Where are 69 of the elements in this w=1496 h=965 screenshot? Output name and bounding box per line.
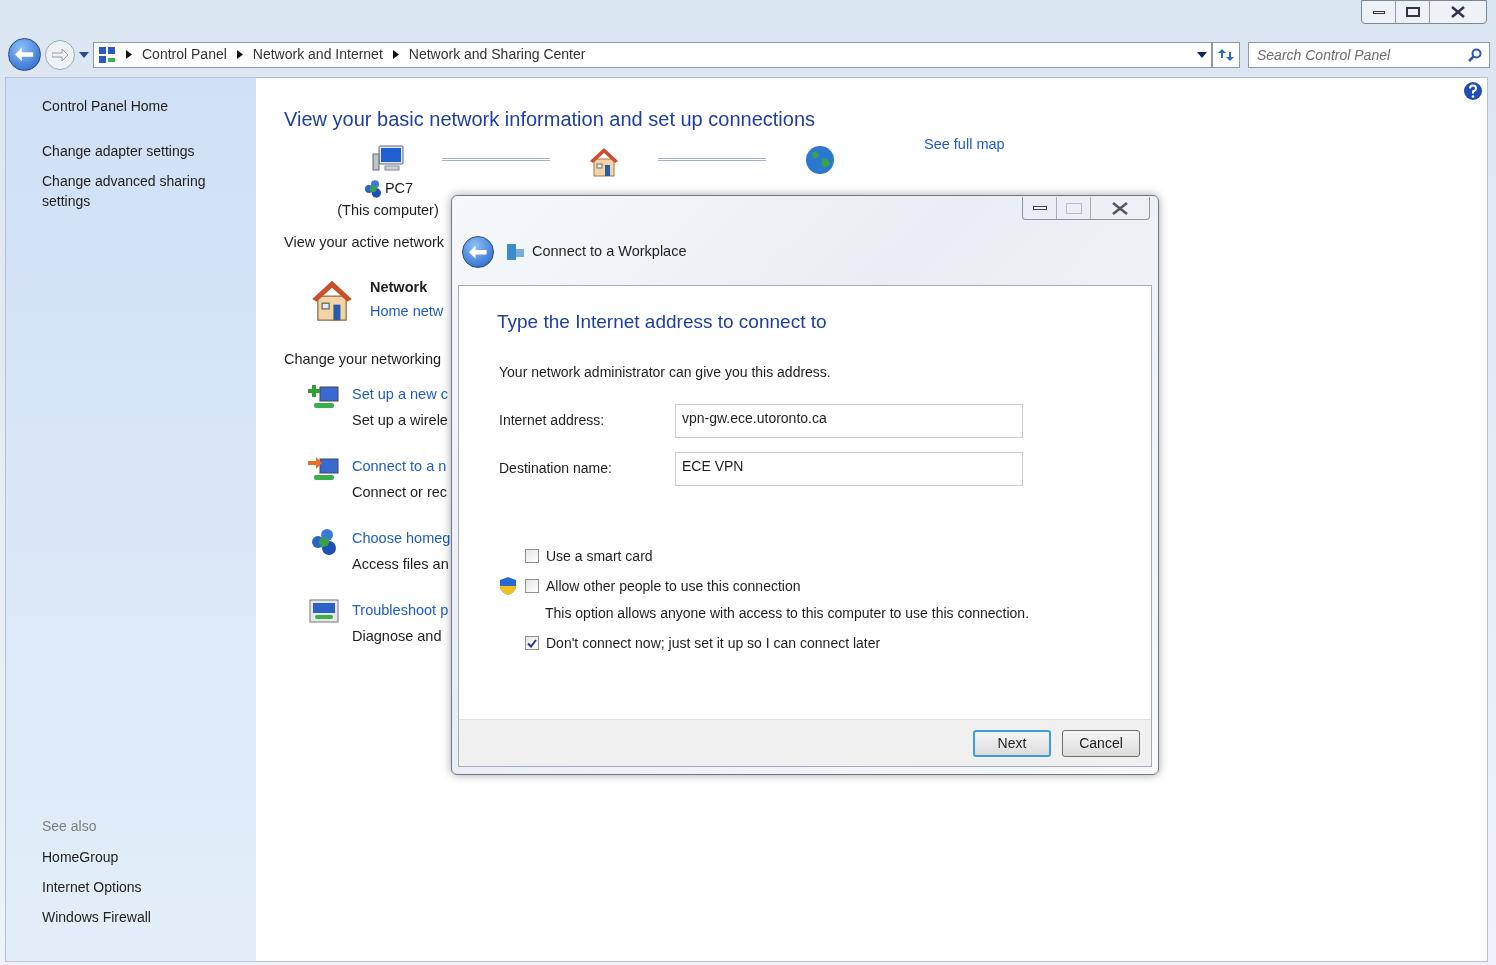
breadcrumb-item[interactable]: Control Panel [142, 44, 227, 65]
checkbox[interactable] [525, 549, 539, 563]
left-arrow-icon [469, 244, 487, 260]
globe-icon [804, 144, 836, 176]
see-also-link[interactable]: HomeGroup [42, 847, 256, 867]
text-field[interactable]: ECE VPN [675, 451, 1023, 486]
see-also-link[interactable]: Windows Firewall [42, 907, 256, 927]
close-icon [1451, 6, 1465, 18]
checkbox[interactable] [525, 636, 539, 650]
checkbox-label[interactable]: Don't connect now; just set it up so I can connect later [546, 632, 881, 654]
close-icon [1112, 201, 1128, 215]
monitor-icon [309, 599, 339, 625]
sidebar-link[interactable]: Change adapter settings [42, 141, 232, 161]
task-description: Diagnose and [352, 627, 443, 646]
breadcrumb-item[interactable]: Network and Sharing Center [408, 44, 586, 65]
see-full-map-link[interactable]: See full map [924, 134, 1005, 156]
page-title: View your basic network information and set up connections [284, 107, 817, 132]
caret-down-icon [1197, 51, 1207, 58]
sidebar-link[interactable]: Change advanced sharing settings [42, 171, 232, 211]
control-panel-icon [98, 45, 116, 64]
caret-down-icon [79, 51, 89, 58]
breadcrumb-caret-icon [236, 50, 243, 59]
next-button[interactable]: Next [973, 729, 1051, 757]
checkmark-icon [527, 638, 537, 648]
text-field[interactable]: vpn-gw.ece.utoronto.ca [675, 403, 1023, 438]
change-settings-heading: Change your networking [284, 350, 442, 370]
breadcrumb-item[interactable]: Network and Internet [252, 44, 383, 65]
search-field[interactable]: Search Control Panel [1248, 41, 1490, 68]
refresh-icon [1217, 47, 1235, 62]
breadcrumb-caret-icon [392, 50, 399, 59]
address-bar[interactable]: Control Panel Network and Internet Network and Sharing Center [93, 41, 1212, 68]
dialog-heading: Type the Internet address to connect to [497, 310, 828, 334]
computer-caption: (This computer) [337, 200, 439, 220]
field-label: Internet address: [499, 411, 606, 430]
network-name: Network [370, 278, 429, 298]
workplace-icon [506, 243, 526, 261]
field-label: Destination name: [499, 459, 613, 478]
active-networks-heading: View your active network [284, 232, 445, 252]
cancel-button[interactable]: Cancel [1062, 729, 1140, 757]
task-description: Access files an [352, 555, 450, 574]
computer-icon [371, 144, 405, 174]
task-description: Connect or rec [352, 483, 448, 502]
see-also-link[interactable]: Internet Options [42, 877, 256, 897]
back-button[interactable] [8, 38, 41, 71]
task-link[interactable]: Choose homeg [352, 525, 451, 551]
breadcrumb-caret-icon [126, 50, 132, 59]
right-arrow-icon [52, 48, 68, 61]
checkbox-label[interactable]: Allow other people to use this connection [546, 575, 801, 597]
task-link[interactable]: Connect to a n [352, 453, 448, 479]
network-type-link[interactable]: Home netw [370, 299, 444, 324]
checkbox-label[interactable]: Use a smart card [546, 545, 653, 567]
dialog-title: Connect to a Workplace [532, 242, 687, 262]
refresh-button[interactable] [1212, 41, 1240, 68]
left-arrow-icon [15, 47, 34, 62]
task-link[interactable]: Set up a new c [352, 381, 448, 407]
homegroup-icon [362, 178, 383, 199]
task-description: Set up a wirele [352, 411, 448, 430]
see-also-heading: See also [42, 817, 98, 836]
computer-name: PC7 [384, 179, 414, 198]
instruction-text: Your network administrator can give you this address. [499, 362, 832, 382]
search-icon [1468, 47, 1482, 62]
homegroup-icon [309, 527, 339, 557]
checkbox[interactable] [525, 579, 539, 593]
option-note: This option allows anyone with access to this computer to use this connection. [545, 603, 1031, 623]
sidebar-link[interactable]: Control Panel Home [42, 96, 232, 116]
task-link[interactable]: Troubleshoot p [352, 597, 449, 623]
back-button[interactable] [462, 236, 494, 268]
history-dropdown[interactable] [79, 49, 89, 60]
help-icon[interactable] [1463, 81, 1483, 101]
